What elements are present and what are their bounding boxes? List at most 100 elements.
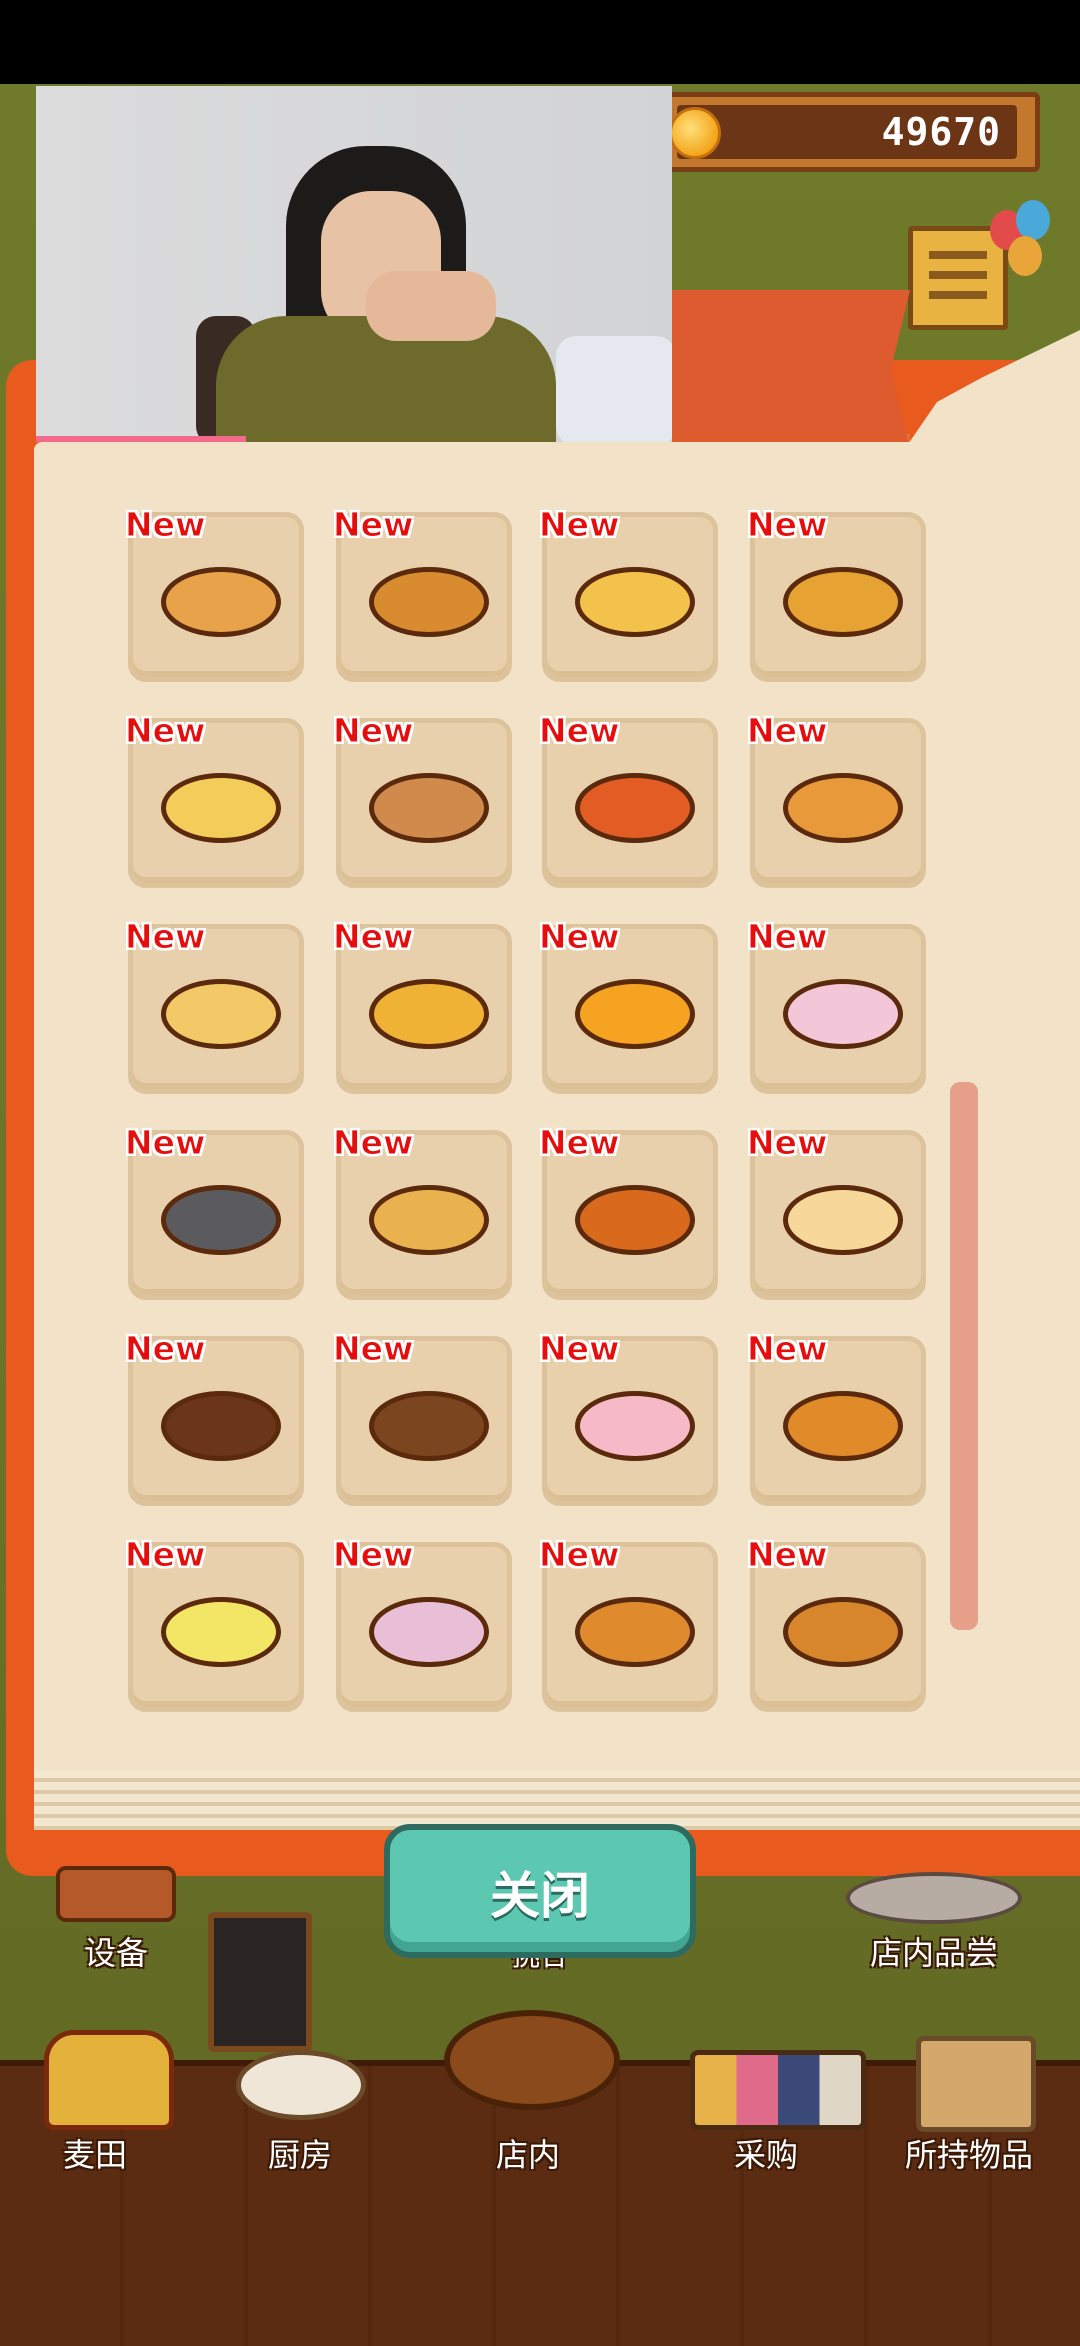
bread-icon (161, 979, 281, 1049)
bread-icon (575, 1185, 695, 1255)
pillow (556, 336, 672, 442)
recipe-item[interactable]: New (747, 1329, 926, 1506)
new-badge: New (333, 505, 414, 545)
scrollbar[interactable] (950, 1082, 978, 1630)
recipe-item[interactable]: New (125, 1329, 304, 1506)
bread-icon (783, 1391, 903, 1461)
bread-icon (575, 979, 695, 1049)
new-badge: New (333, 1123, 414, 1163)
new-badge: New (747, 505, 828, 545)
new-badge: New (747, 1535, 828, 1575)
webcam-progress-bar (36, 436, 246, 442)
equipment-label[interactable]: 设备 (56, 1928, 176, 1974)
equipment-tray-icon[interactable] (56, 1866, 176, 1922)
recipe-item[interactable]: New (125, 917, 304, 1094)
bread-icon (783, 567, 903, 637)
coin-value: 49670 (881, 110, 1001, 154)
status-bar (0, 0, 1080, 84)
nav-wheat-field[interactable]: 麦田 (30, 2020, 210, 2180)
bread-icon (575, 1597, 695, 1667)
new-badge: New (539, 711, 620, 751)
recipe-item[interactable]: New (333, 1329, 512, 1506)
nav-purchase[interactable]: 采购 (676, 2020, 866, 2180)
balloons-icon (990, 200, 1060, 290)
new-badge: New (333, 1535, 414, 1575)
new-badge: New (125, 1123, 206, 1163)
nav-inventory[interactable]: 所持物品 (894, 2020, 1074, 2180)
new-badge: New (125, 1329, 206, 1369)
bread-icon (161, 1597, 281, 1667)
bread-icon (575, 773, 695, 843)
recipe-item[interactable]: New (747, 1123, 926, 1300)
bookmark-ribbon (670, 290, 910, 450)
new-badge: New (747, 711, 828, 751)
purchase-jars-icon (690, 2050, 866, 2130)
bread-icon (161, 1391, 281, 1461)
new-badge: New (539, 917, 620, 957)
recipe-item[interactable]: New (125, 711, 304, 888)
recipe-item[interactable]: New (333, 1535, 512, 1712)
bread-icon (575, 1391, 695, 1461)
recipe-item[interactable]: New (539, 1535, 718, 1712)
bread-icon (369, 567, 489, 637)
bread-icon (783, 1597, 903, 1667)
recipe-item[interactable]: New (125, 1535, 304, 1712)
nav-shop[interactable]: 店内 (440, 2000, 640, 2174)
bread-icon (161, 1185, 281, 1255)
new-badge: New (539, 1535, 620, 1575)
tasting-plate-icon[interactable] (846, 1872, 1022, 1924)
recipe-item[interactable]: New (747, 917, 926, 1094)
wheat-field-icon (44, 2030, 174, 2130)
recipe-item[interactable]: New (539, 1123, 718, 1300)
bread-icon (369, 773, 489, 843)
coin-icon (669, 107, 721, 159)
bread-icon (575, 567, 695, 637)
recipe-item[interactable]: New (747, 505, 926, 682)
new-badge: New (333, 1329, 414, 1369)
recipe-item[interactable]: New (333, 1123, 512, 1300)
new-badge: New (539, 1123, 620, 1163)
person-hand (366, 271, 496, 341)
nav-kitchen[interactable]: 厨房 (210, 2020, 390, 2180)
recipe-item[interactable]: New (539, 505, 718, 682)
new-badge: New (539, 1329, 620, 1369)
inventory-box-icon (916, 2036, 1036, 2132)
recipe-item[interactable]: New (333, 711, 512, 888)
bread-icon (369, 1597, 489, 1667)
recipe-item[interactable]: New (333, 917, 512, 1094)
recipe-item[interactable]: New (747, 1535, 926, 1712)
kitchen-flour-icon (236, 2050, 366, 2120)
bread-icon (161, 567, 281, 637)
bread-icon (161, 773, 281, 843)
recipe-item[interactable]: New (539, 711, 718, 888)
new-badge: New (125, 1535, 206, 1575)
bread-icon (783, 773, 903, 843)
new-badge: New (539, 505, 620, 545)
bread-icon (369, 979, 489, 1049)
new-badge: New (125, 505, 206, 545)
coin-counter: 49670 (650, 92, 1040, 172)
new-badge: New (125, 711, 206, 751)
page-edges (34, 1770, 1080, 1830)
webcam-overlay (36, 86, 672, 442)
tasting-label[interactable]: 店内品尝 (846, 1928, 1022, 1974)
new-badge: New (747, 1329, 828, 1369)
recipe-item[interactable]: New (747, 711, 926, 888)
new-badge: New (747, 917, 828, 957)
bread-icon (783, 1185, 903, 1255)
bread-icon (783, 979, 903, 1049)
recipe-item[interactable]: New (125, 1123, 304, 1300)
bread-basket-icon (444, 2010, 620, 2110)
recipe-item[interactable]: New (333, 505, 512, 682)
new-badge: New (747, 1123, 828, 1163)
new-badge: New (125, 917, 206, 957)
close-button[interactable]: 关闭 (384, 1824, 696, 1958)
recipe-item[interactable]: New (539, 1329, 718, 1506)
recipe-item[interactable]: New (125, 505, 304, 682)
recipe-item[interactable]: New (539, 917, 718, 1094)
close-button-label: 关闭 (490, 1867, 590, 1925)
bread-icon (369, 1391, 489, 1461)
new-badge: New (333, 917, 414, 957)
bread-icon (369, 1185, 489, 1255)
new-badge: New (333, 711, 414, 751)
